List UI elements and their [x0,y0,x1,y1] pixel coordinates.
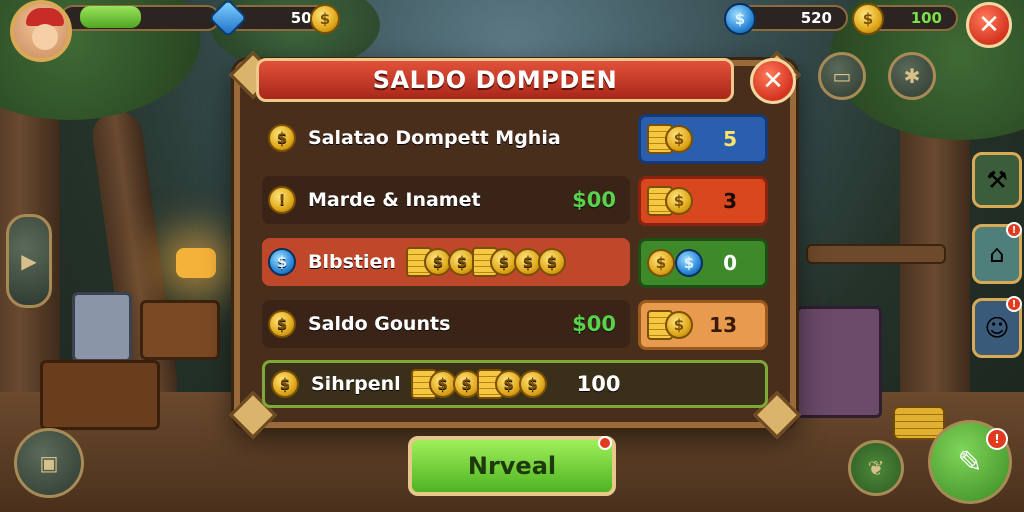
chat-button[interactable]: ▭ [818,52,866,100]
xp-bar-fill [80,6,141,28]
notification-icon: ! [1006,296,1022,312]
shop-icon: ⌂ [989,240,1005,268]
crate-prop [796,306,882,418]
coin-icon: $ [537,248,566,276]
row-badge: $ 3 [638,176,768,226]
friend-icon: ☺ [984,314,1010,342]
row-label: Salatao Dompett Mghia [308,127,561,149]
badge-value: 5 [723,127,737,151]
cash-count: 100 [910,9,942,27]
reveal-button[interactable]: Nrveal [408,436,616,496]
list-item[interactable]: $ Salatao Dompett Mghia [262,114,630,162]
list-item[interactable]: ! Marde & Inamet $00 [262,176,630,224]
row-label: Marde & Inamet [308,189,481,211]
coin-row: $ $ $ $ [410,369,547,399]
panel-close-button[interactable]: ✕ [750,58,796,104]
row-badge: $ 5 [638,114,768,164]
row-badge: $ 13 [638,300,768,350]
coin-row: $ $ $ $ $ [405,247,566,277]
build-button[interactable]: ❦ [848,440,904,496]
exit-button[interactable]: ✕ [966,2,1012,48]
side-card-items[interactable]: ⚒ [972,152,1022,208]
coin-icon: $ [665,187,693,215]
desk-prop [40,360,160,430]
coin-icon: $ [647,249,675,277]
face-icon [32,24,58,50]
machine-prop [72,292,132,362]
badge-value: 3 [723,189,737,213]
pencil-icon: ✎ [957,444,983,480]
list-item-highlighted[interactable]: $ Sihrpenl $ $ $ $ 100 [262,360,768,408]
row-amount: $00 [572,188,616,212]
row-amount: 100 [576,372,621,396]
list-item[interactable]: $ Saldo Gounts $00 [262,300,630,348]
coin-icon: $ [518,370,547,398]
chat-icon: ▭ [832,64,852,88]
coin-icon: $ [271,370,299,398]
inventory-button[interactable]: ▣ [14,428,84,498]
row-label: Saldo Gounts [308,313,451,335]
notification-icon: ! [1006,222,1022,238]
badge-value: 13 [709,313,737,337]
shelf-prop [806,244,946,264]
chest-prop [140,300,220,360]
blue-coin-icon: $ [675,249,703,277]
row-label: Blbstien [308,251,396,273]
gold-bar-icon: $ [310,4,340,34]
row-badge: $ $ 0 [638,238,768,288]
lantern [176,248,216,278]
gear-icon: ✱ [903,64,921,88]
box-icon: ▣ [39,451,59,475]
row-label: Sihrpenl [311,373,401,395]
notification-icon: ! [986,428,1008,450]
coin-icon: $ [268,124,296,152]
coin-icon: ! [268,186,296,214]
list-item[interactable]: $ Blbstien $ $ $ $ $ [262,238,630,286]
settings-button[interactable]: ✱ [888,52,936,100]
items-icon: ⚒ [986,166,1008,194]
coin-icon: $ [268,310,296,338]
badge-value: 0 [723,251,737,275]
play-side-button[interactable]: ▶ [6,214,52,308]
close-icon: ✕ [762,66,784,96]
coin-count: 520 [800,9,832,27]
blue-coin-icon: $ [724,3,756,35]
gold-coin-icon: $ [852,3,884,35]
player-avatar[interactable] [10,0,72,62]
blue-coin-icon: $ [268,248,296,276]
coin-icon: $ [665,311,693,339]
play-icon: ▶ [21,249,37,273]
close-icon: ✕ [978,10,1000,40]
panel-title: SALDO DOMPDEN [256,58,734,102]
notification-icon [598,436,612,450]
leaf-icon: ❦ [867,456,885,480]
coin-icon: $ [665,125,693,153]
row-amount: $00 [572,312,616,336]
